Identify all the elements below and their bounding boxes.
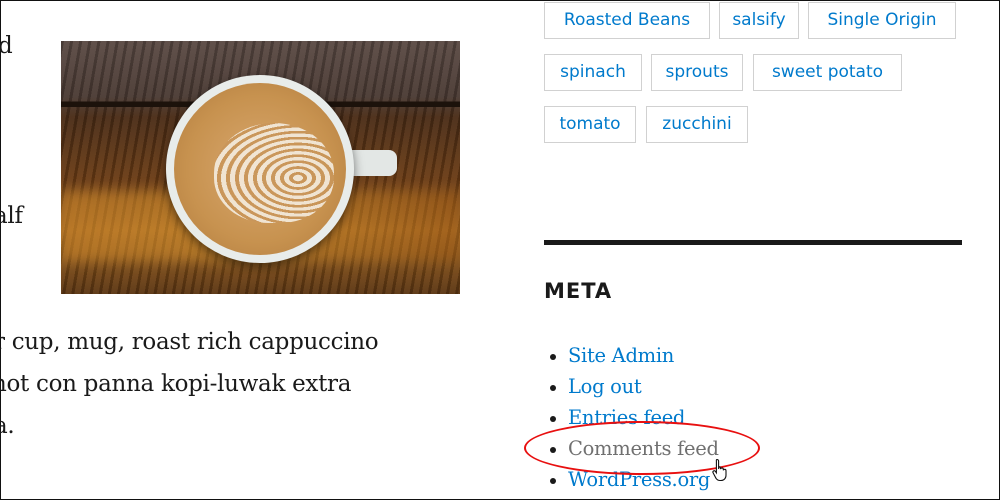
article-text-fragment: d: [0, 33, 13, 59]
log-out-link[interactable]: Log out: [568, 375, 642, 398]
tag-single-origin[interactable]: Single Origin: [808, 2, 956, 39]
tag-roasted-beans[interactable]: Roasted Beans: [544, 2, 710, 39]
article-text-fragment: alf: [0, 203, 23, 229]
list-item: Comments feed: [544, 433, 719, 464]
article-paragraph-line: r cup, mug, roast rich cappuccino: [0, 329, 379, 355]
list-item: Log out: [544, 371, 719, 402]
tag-spinach[interactable]: spinach: [544, 54, 642, 91]
tag-sweet-potato[interactable]: sweet potato: [753, 54, 902, 91]
tag-zucchini[interactable]: zucchini: [646, 106, 748, 143]
meta-links-list: Site Admin Log out Entries feed Comments…: [544, 340, 719, 495]
list-item: Site Admin: [544, 340, 719, 371]
hand-pointer-icon: [712, 458, 727, 482]
cup-handle: [349, 150, 397, 176]
list-item: Entries feed: [544, 402, 719, 433]
wordpress-org-link[interactable]: WordPress.org: [568, 468, 710, 491]
list-item: WordPress.org: [544, 464, 719, 495]
coffee-image: [61, 41, 460, 294]
tag-sprouts[interactable]: sprouts: [651, 54, 743, 91]
comments-feed-link[interactable]: Comments feed: [568, 437, 719, 460]
site-admin-link[interactable]: Site Admin: [568, 344, 674, 367]
entries-feed-link[interactable]: Entries feed: [568, 406, 685, 429]
tag-salsify[interactable]: salsify: [719, 2, 799, 39]
coffee-surface: [174, 83, 346, 255]
coffee-cup: [166, 75, 354, 263]
tag-tomato[interactable]: tomato: [544, 106, 636, 143]
widget-separator: [544, 240, 962, 245]
article-paragraph-line: a.: [0, 413, 15, 439]
latte-art: [214, 123, 334, 223]
meta-widget-title: META: [544, 279, 613, 303]
article-paragraph-line: hot con panna kopi-luwak extra: [0, 371, 352, 397]
